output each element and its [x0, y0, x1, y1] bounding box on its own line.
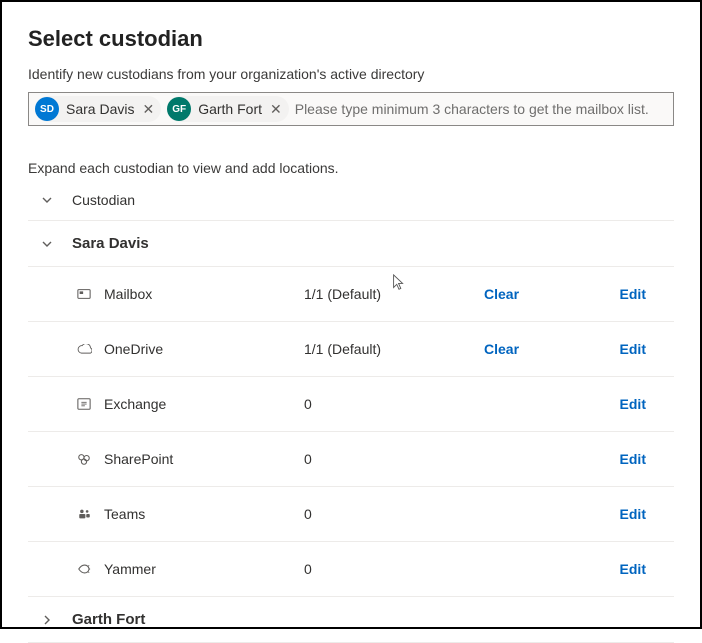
location-row-mailbox: Mailbox 1/1 (Default) Clear Edit [28, 266, 674, 321]
edit-link[interactable]: Edit [620, 451, 646, 467]
persona-label: Sara Davis [66, 101, 134, 117]
persona-chip[interactable]: SD Sara Davis ✕ [35, 96, 161, 122]
location-row-teams: Teams 0 Edit [28, 486, 674, 541]
column-header-custodian: Custodian [72, 192, 135, 208]
edit-link[interactable]: Edit [620, 341, 646, 357]
location-status: 0 [304, 561, 484, 577]
location-label: Exchange [104, 396, 304, 412]
edit-link[interactable]: Edit [620, 396, 646, 412]
page-title: Select custodian [28, 26, 674, 52]
edit-link[interactable]: Edit [620, 561, 646, 577]
people-picker[interactable]: SD Sara Davis ✕ GF Garth Fort ✕ [28, 92, 674, 126]
custodian-row[interactable]: Sara Davis [28, 220, 674, 266]
persona-coin: SD [35, 97, 59, 121]
persona-coin: GF [167, 97, 191, 121]
location-label: OneDrive [104, 341, 304, 357]
clear-link[interactable]: Clear [484, 286, 574, 302]
chevron-right-icon[interactable] [40, 613, 54, 627]
location-status: 0 [304, 396, 484, 412]
edit-link[interactable]: Edit [620, 506, 646, 522]
location-row-onedrive: OneDrive 1/1 (Default) Clear Edit [28, 321, 674, 376]
people-picker-input[interactable] [295, 101, 667, 117]
location-status: 0 [304, 506, 484, 522]
persona-chip[interactable]: GF Garth Fort ✕ [167, 96, 289, 122]
location-status: 1/1 (Default) [304, 286, 484, 302]
location-row-sharepoint: SharePoint 0 Edit [28, 431, 674, 486]
location-label: SharePoint [104, 451, 304, 467]
mailbox-icon [76, 286, 92, 302]
subtitle-text: Identify new custodians from your organi… [28, 66, 674, 82]
clear-link[interactable]: Clear [484, 341, 574, 357]
custodian-name: Garth Fort [72, 611, 145, 628]
sharepoint-icon [76, 451, 92, 467]
location-status: 1/1 (Default) [304, 341, 484, 357]
location-label: Teams [104, 506, 304, 522]
location-row-yammer: Yammer 0 Edit [28, 541, 674, 596]
location-status: 0 [304, 451, 484, 467]
custodian-row[interactable]: Garth Fort [28, 596, 674, 643]
edit-link[interactable]: Edit [620, 286, 646, 302]
location-label: Mailbox [104, 286, 304, 302]
location-row-exchange: Exchange 0 Edit [28, 376, 674, 431]
custodian-name: Sara Davis [72, 235, 149, 252]
location-label: Yammer [104, 561, 304, 577]
exchange-icon [76, 396, 92, 412]
teams-icon [76, 506, 92, 522]
table-header-row: Custodian [28, 184, 674, 218]
expand-instruction: Expand each custodian to view and add lo… [28, 160, 674, 176]
close-icon[interactable]: ✕ [141, 102, 155, 116]
close-icon[interactable]: ✕ [269, 102, 283, 116]
yammer-icon [76, 561, 92, 577]
chevron-down-icon[interactable] [40, 237, 54, 251]
chevron-down-icon[interactable] [40, 193, 54, 207]
onedrive-icon [76, 341, 92, 357]
persona-label: Garth Fort [198, 101, 262, 117]
